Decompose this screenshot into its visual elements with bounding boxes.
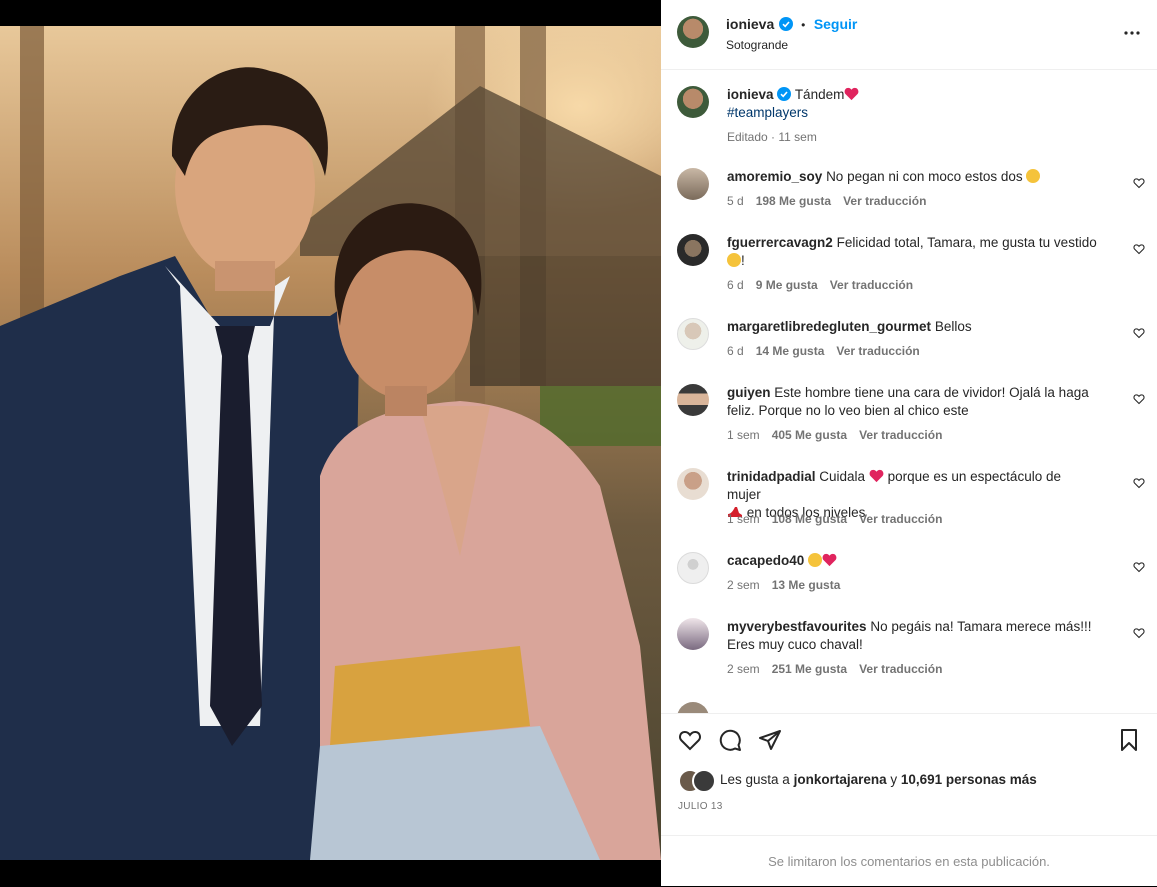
commenter-avatar[interactable]: [677, 468, 709, 500]
clapping-hands-emoji-icon: [808, 553, 823, 567]
comment-username[interactable]: fguerrercavagn2: [727, 235, 833, 250]
comment-likes[interactable]: 198 Me gusta: [756, 194, 831, 208]
post-location[interactable]: Sotogrande: [726, 38, 788, 52]
comment-time[interactable]: 5 d: [727, 194, 744, 208]
likes-user[interactable]: jonkortajarena: [794, 772, 887, 787]
comment-text: Este hombre tiene una cara de vividor! O…: [727, 385, 1089, 418]
comment-likes[interactable]: 9 Me gusta: [756, 278, 818, 292]
likes-count[interactable]: 10,691 personas más: [901, 772, 1037, 787]
caption-username[interactable]: ionieva: [727, 87, 774, 102]
comment-text: No pegan ni con moco estos dos: [826, 169, 1023, 184]
caption-hashtag[interactable]: #teamplayers: [727, 105, 808, 120]
post-date[interactable]: JULIO 13: [678, 801, 723, 812]
liker-avatars[interactable]: [678, 769, 718, 793]
comment-time[interactable]: 1 sem: [727, 512, 760, 526]
see-translation-link[interactable]: Ver traducción: [843, 194, 926, 208]
comment-username[interactable]: margaretlibredegluten_gourmet: [727, 319, 931, 334]
like-comment-heart-icon[interactable]: [1133, 561, 1145, 573]
comment-time[interactable]: 1 sem: [727, 428, 760, 442]
likes-middle: y: [890, 772, 898, 787]
caption-text: Tándem: [794, 87, 845, 102]
author-avatar[interactable]: [677, 16, 709, 48]
commenter-avatar[interactable]: [677, 702, 709, 713]
see-translation-link[interactable]: Ver traducción: [859, 662, 942, 676]
comment-text: Felicidad total, Tamara, me gusta tu ves…: [836, 235, 1097, 250]
follow-button[interactable]: Seguir: [814, 16, 858, 32]
commenter-avatar[interactable]: [677, 618, 709, 650]
like-comment-heart-icon[interactable]: [1133, 477, 1145, 489]
comment-bubble-icon[interactable]: [718, 728, 742, 752]
comment-time[interactable]: 2 sem: [727, 578, 760, 592]
like-comment-heart-icon[interactable]: [1133, 393, 1145, 405]
author-avatar-caption[interactable]: [677, 86, 709, 118]
comment-time[interactable]: 6 d: [727, 278, 744, 292]
comment-likes[interactable]: 13 Me gusta: [772, 578, 841, 592]
comment-text: Bellos: [934, 319, 972, 334]
post-photo[interactable]: [0, 26, 661, 860]
comment-likes[interactable]: 108 Me gusta: [772, 512, 847, 526]
comment-time[interactable]: 6 d: [727, 344, 744, 358]
see-translation-link[interactable]: Ver traducción: [859, 512, 942, 526]
comment-likes[interactable]: 14 Me gusta: [756, 344, 825, 358]
comment-likes[interactable]: 251 Me gusta: [772, 662, 847, 676]
comment-username[interactable]: cacapedo40: [727, 553, 804, 568]
verified-badge-icon: [777, 87, 792, 101]
post-actions: Les gusta a jonkortajarena y 10,691 pers…: [661, 713, 1157, 836]
commenter-avatar[interactable]: [677, 384, 709, 416]
comment-username[interactable]: guiyen: [727, 385, 771, 400]
photo-pane: [0, 0, 661, 886]
comment-text-tail: !: [741, 253, 745, 268]
comment-text: Cuidala: [819, 469, 866, 484]
like-heart-icon[interactable]: [678, 728, 702, 752]
see-translation-link[interactable]: Ver traducción: [859, 428, 942, 442]
likes-summary: Les gusta a jonkortajarena y 10,691 pers…: [720, 772, 1037, 787]
verified-badge-icon: [778, 17, 793, 31]
comment-username[interactable]: trinidadpadial: [727, 469, 816, 484]
comments-limited-notice: Se limitaron los comentarios en esta pub…: [661, 835, 1157, 887]
laughing-emoji-icon: [1026, 169, 1041, 183]
liker-avatar: [692, 769, 716, 793]
more-options-icon[interactable]: [1123, 24, 1141, 42]
like-comment-heart-icon[interactable]: [1133, 327, 1145, 339]
like-comment-heart-icon[interactable]: [1133, 243, 1145, 255]
post-header: ionieva • Seguir Sotogrande: [661, 0, 1157, 70]
commenter-avatar[interactable]: [677, 234, 709, 266]
see-translation-link[interactable]: Ver traducción: [836, 344, 919, 358]
post-sidebar: ionieva • Seguir Sotogrande ionieva Tánd…: [661, 0, 1157, 886]
commenter-avatar[interactable]: [677, 552, 709, 584]
comment-time[interactable]: 2 sem: [727, 662, 760, 676]
red-heart-emoji-icon: [822, 553, 837, 567]
commenter-avatar[interactable]: [677, 168, 709, 200]
likes-prefix: Les gusta a: [720, 772, 790, 787]
comment-username[interactable]: myverybestfavourites: [727, 619, 867, 634]
save-bookmark-icon[interactable]: [1117, 728, 1141, 752]
caption-edited: Editado · 11 sem: [727, 130, 817, 144]
smirk-emoji-icon: [727, 253, 741, 267]
share-send-icon[interactable]: [758, 728, 782, 752]
see-translation-link[interactable]: Ver traducción: [830, 278, 913, 292]
red-heart-emoji-icon: [869, 469, 884, 483]
author-username[interactable]: ionieva: [726, 16, 774, 32]
like-comment-heart-icon[interactable]: [1133, 177, 1145, 189]
red-heart-emoji-icon: [844, 87, 859, 101]
comments-list[interactable]: ionieva Tándem #teamplayers Editado · 11…: [661, 70, 1157, 713]
like-comment-heart-icon[interactable]: [1133, 627, 1145, 639]
separator-dot: •: [801, 18, 806, 32]
comment-likes[interactable]: 405 Me gusta: [772, 428, 847, 442]
photo-illustration: [0, 26, 661, 860]
commenter-avatar[interactable]: [677, 318, 709, 350]
comment-username[interactable]: amoremio_soy: [727, 169, 822, 184]
